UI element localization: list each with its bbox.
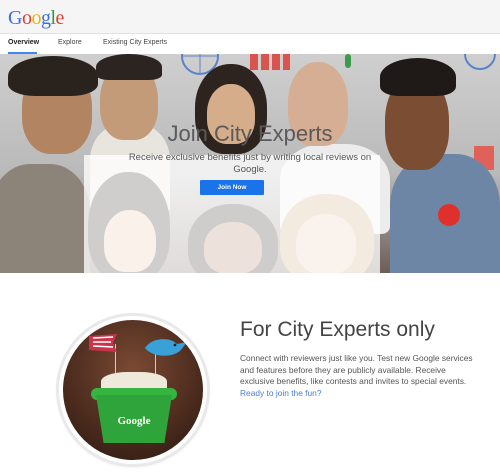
logo-letter: o — [31, 7, 41, 29]
logo-letter: G — [8, 7, 22, 29]
person — [96, 54, 162, 80]
tab-existing-city-experts[interactable]: Existing City Experts — [103, 39, 167, 46]
hero-title: Join City Experts — [167, 121, 333, 146]
blue-bird-flag-icon — [145, 339, 187, 356]
ferris-wheel-decoration — [464, 54, 496, 70]
logo-letter: e — [55, 7, 65, 29]
logo-letter: g — [40, 7, 51, 29]
hero-subtitle: Receive exclusive benefits just by writi… — [128, 152, 372, 175]
cupcake-image: Google — [63, 320, 203, 460]
red-houses-decoration — [250, 54, 290, 70]
person — [0, 164, 90, 273]
section-body: Connect with reviewers just like you. Te… — [240, 353, 475, 399]
section-title: For City Experts only — [240, 318, 435, 341]
join-now-button[interactable]: Join Now — [200, 180, 264, 195]
google-logo[interactable]: Google — [8, 7, 64, 30]
cup-logo-text: Google — [117, 415, 151, 427]
microphone-prop — [438, 204, 460, 226]
section-body-text: Connect with reviewers just like you. Te… — [240, 353, 473, 386]
top-bar: Google — [0, 0, 500, 34]
person — [8, 56, 98, 96]
person — [380, 58, 456, 96]
tab-explore[interactable]: Explore — [58, 39, 82, 46]
red-flag-icon — [89, 334, 117, 352]
green-tree-decoration — [345, 54, 351, 68]
logo-letter: o — [21, 7, 32, 29]
nav-bar: Overview Explore Existing City Experts — [0, 34, 500, 55]
tab-overview[interactable]: Overview — [8, 39, 39, 46]
cupcake-photo: Google — [59, 316, 207, 464]
ready-to-join-link[interactable]: Ready to join the fun? — [240, 388, 321, 398]
